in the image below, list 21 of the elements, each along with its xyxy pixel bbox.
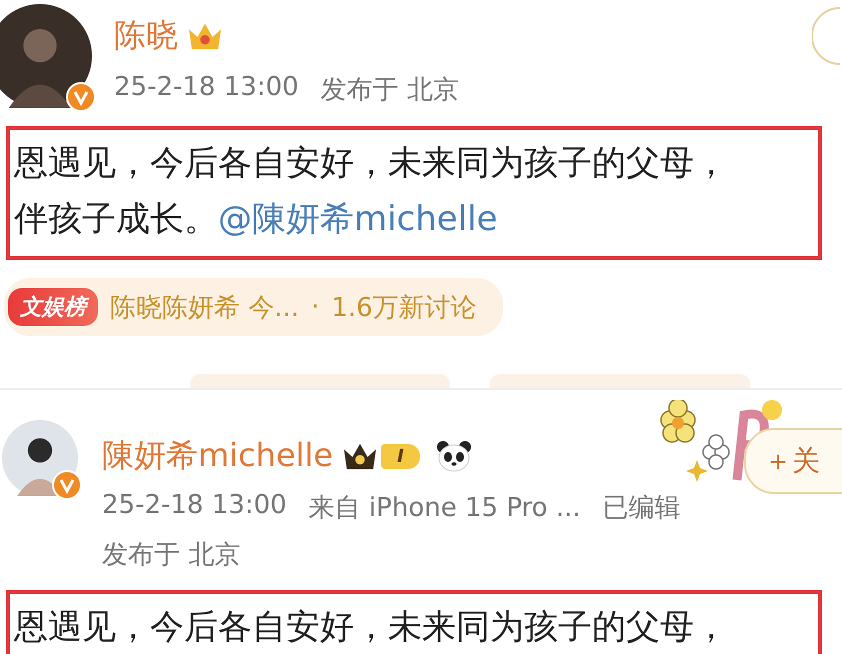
- follow-button[interactable]: ＋关: [744, 428, 842, 494]
- ranking-badge: 文娱榜: [8, 288, 98, 326]
- separator-dot: ·: [311, 292, 320, 322]
- post-text: 恩遇见，今后各自安好，未来同为孩子的父母，: [14, 143, 728, 183]
- post-meta: 来自 iPhone 15 Pro ...: [308, 492, 581, 525]
- post-text: 伴孩子成长。: [14, 199, 218, 239]
- panda-icon: [436, 440, 472, 472]
- post-text: 恩遇见，今后各自安好，未来同为孩子的父母，: [14, 607, 728, 647]
- post-meta: 发布于 北京: [320, 74, 459, 107]
- post-meta: 25-2-18 13:00: [114, 72, 299, 104]
- avatar[interactable]: [0, 4, 92, 108]
- mention-link[interactable]: @陳妍希michelle: [218, 199, 498, 239]
- discussion-count: 1.6万新讨论: [331, 292, 477, 324]
- user-name[interactable]: 陳妍希michelle: [102, 434, 334, 478]
- post-location: 发布于 北京: [102, 539, 240, 572]
- post-meta: 25-2-18 13:00: [102, 490, 287, 522]
- level-badge: I: [381, 444, 420, 468]
- user-name[interactable]: 陈晓: [114, 14, 178, 58]
- post-meta: 已编辑: [602, 492, 681, 525]
- topic-title: 陈晓陈妍希 今...: [110, 292, 300, 324]
- hot-topic-bar[interactable]: 文娱榜 陈晓陈妍希 今... · 1.6万新讨论: [4, 278, 503, 336]
